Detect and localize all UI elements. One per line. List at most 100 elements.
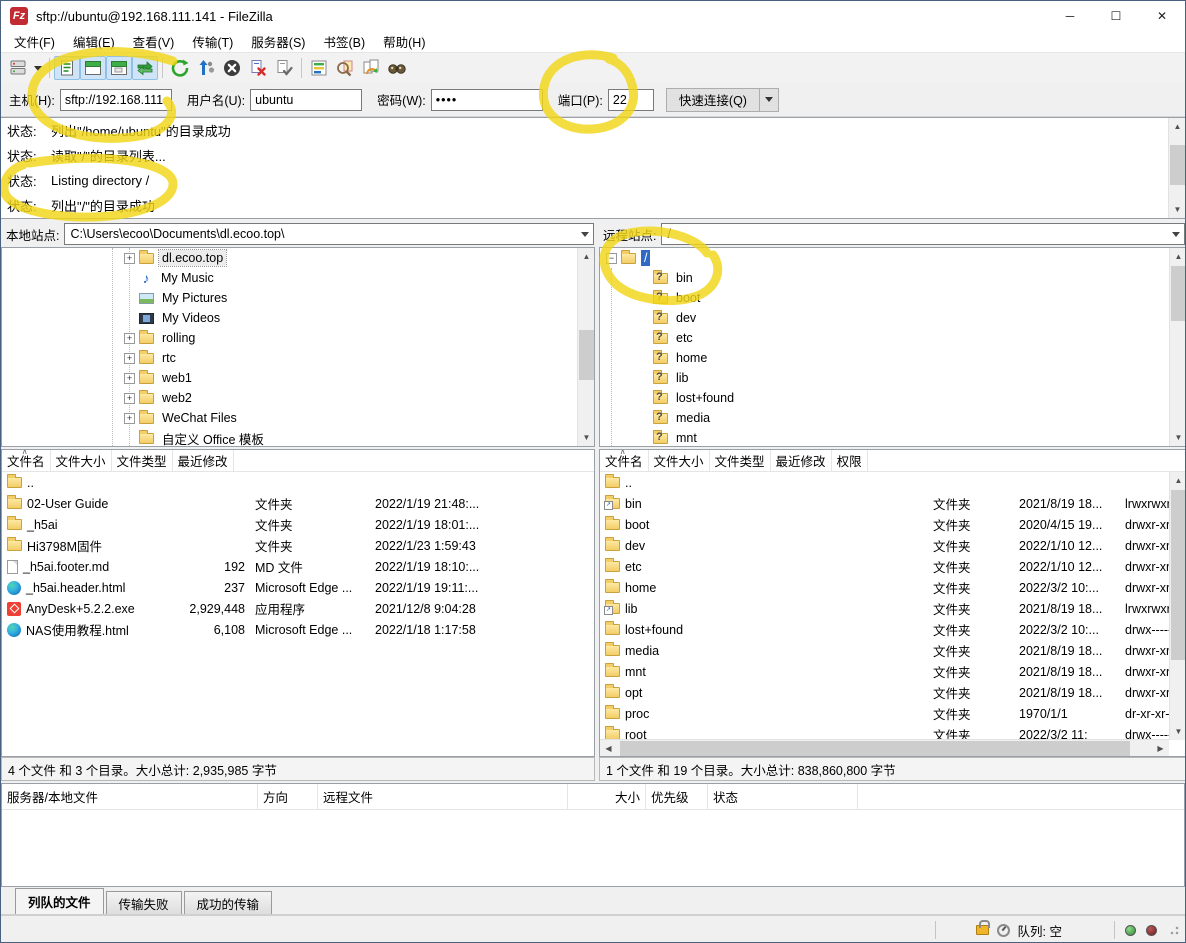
column-header[interactable]: 最近修改 <box>173 450 234 471</box>
tree-item[interactable]: 自定义 Office 模板 <box>2 428 594 447</box>
file-row[interactable]: home 文件夹 2022/3/2 10:... drwxr-xr-x <box>600 577 1186 598</box>
scroll-down-icon[interactable]: ▼ <box>578 429 595 446</box>
expander-icon[interactable] <box>638 413 649 424</box>
maximize-button[interactable]: ☐ <box>1093 1 1139 31</box>
tree-item-label[interactable]: web1 <box>159 370 195 386</box>
remote-list-hscrollbar[interactable]: ◀ ▶ <box>600 739 1169 756</box>
local-site-path[interactable]: C:\Users\ecoo\Documents\dl.ecoo.top\ <box>65 227 576 241</box>
toggle-message-log-button[interactable] <box>54 56 80 80</box>
tree-item-label[interactable]: rolling <box>159 330 198 346</box>
file-row[interactable]: _h5ai.header.html 237 Microsoft Edge ...… <box>2 577 594 598</box>
file-row[interactable]: NAS使用教程.html 6,108 Microsoft Edge ... 20… <box>2 619 594 640</box>
tree-item-label[interactable]: web2 <box>159 390 195 406</box>
file-row[interactable]: .. <box>600 472 1186 493</box>
menu-item[interactable]: 编辑(E) <box>64 30 124 53</box>
scroll-up-icon[interactable]: ▲ <box>1170 472 1186 489</box>
scroll-up-icon[interactable]: ▲ <box>578 248 595 265</box>
file-row[interactable]: proc 文件夹 1970/1/1 dr-xr-xr-x <box>600 703 1186 724</box>
expander-icon[interactable] <box>638 393 649 404</box>
column-header[interactable]: 文件大小 <box>51 450 112 471</box>
scroll-down-icon[interactable]: ▼ <box>1170 429 1186 446</box>
file-row[interactable]: Hi3798M固件 文件夹 2022/1/23 1:59:43 <box>2 535 594 556</box>
tree-item-label[interactable]: / <box>641 250 650 266</box>
column-header[interactable]: 文件名 <box>2 450 51 471</box>
expander-icon[interactable] <box>124 293 135 304</box>
expander-icon[interactable]: − <box>606 253 617 264</box>
toggle-remote-tree-button[interactable] <box>106 56 132 80</box>
tree-item-label[interactable]: lost+found <box>673 390 737 406</box>
tree-item-label[interactable]: media <box>673 410 713 426</box>
file-row[interactable]: _h5ai 文件夹 2022/1/19 18:01:... <box>2 514 594 535</box>
expander-icon[interactable] <box>124 433 135 444</box>
file-row[interactable]: AnyDesk+5.2.2.exe 2,929,448 应用程序 2021/12… <box>2 598 594 619</box>
file-row[interactable]: _h5ai.footer.md 192 MD 文件 2022/1/19 18:1… <box>2 556 594 577</box>
compare-directories-button[interactable] <box>306 56 332 80</box>
column-header[interactable]: 文件名 <box>600 450 649 471</box>
tree-item-label[interactable]: boot <box>673 290 703 306</box>
tree-item[interactable]: − / <box>600 248 1186 268</box>
password-input[interactable] <box>431 89 543 111</box>
local-tree-scrollbar[interactable]: ▲ ▼ <box>577 248 594 446</box>
tree-item-label[interactable]: My Pictures <box>159 290 230 306</box>
filter-button[interactable] <box>332 56 358 80</box>
tree-item[interactable]: mnt <box>600 428 1186 447</box>
remote-site-path[interactable]: / <box>662 227 1167 241</box>
resize-grip[interactable] <box>1169 925 1179 935</box>
expander-icon[interactable]: + <box>124 333 135 344</box>
expander-icon[interactable] <box>638 333 649 344</box>
menu-item[interactable]: 帮助(H) <box>374 30 434 53</box>
expander-icon[interactable] <box>638 273 649 284</box>
tree-item[interactable]: etc <box>600 328 1186 348</box>
column-header[interactable]: 文件大小 <box>649 450 710 471</box>
menu-item[interactable]: 传输(T) <box>183 30 242 53</box>
column-header[interactable]: 权限 <box>832 450 868 471</box>
column-header[interactable]: 远程文件 <box>318 784 568 809</box>
speed-limit-icon[interactable] <box>997 924 1010 937</box>
expander-icon[interactable] <box>638 373 649 384</box>
minimize-button[interactable]: ─ <box>1047 1 1093 31</box>
scroll-down-icon[interactable]: ▼ <box>1169 201 1185 218</box>
tree-item-label[interactable]: rtc <box>159 350 179 366</box>
toggle-local-tree-button[interactable] <box>80 56 106 80</box>
column-header[interactable]: 服务器/本地文件 <box>2 784 258 809</box>
scroll-up-icon[interactable]: ▲ <box>1169 118 1185 135</box>
scroll-down-icon[interactable]: ▼ <box>1170 723 1186 740</box>
file-row[interactable]: lost+found 文件夹 2022/3/2 10:... drwx-----… <box>600 619 1186 640</box>
local-site-combobox[interactable]: C:\Users\ecoo\Documents\dl.ecoo.top\ <box>64 223 594 245</box>
close-button[interactable]: ✕ <box>1139 1 1185 31</box>
tree-item[interactable]: My Music <box>2 268 594 288</box>
log-scrollbar-thumb[interactable] <box>1170 145 1185 185</box>
file-row[interactable]: etc 文件夹 2022/1/10 12... drwxr-xr-x <box>600 556 1186 577</box>
menu-item[interactable]: 书签(B) <box>314 30 374 53</box>
tree-item[interactable]: media <box>600 408 1186 428</box>
toggle-transfer-queue-button[interactable] <box>132 56 158 80</box>
refresh-button[interactable] <box>167 56 193 80</box>
chevron-down-icon[interactable] <box>1167 224 1184 244</box>
expander-icon[interactable] <box>638 313 649 324</box>
host-input[interactable] <box>60 89 172 111</box>
username-input[interactable] <box>250 89 362 111</box>
tree-item-label[interactable]: My Videos <box>159 310 223 326</box>
tree-item-label[interactable]: WeChat Files <box>159 410 240 426</box>
queue-tab[interactable]: 列队的文件 <box>15 888 104 914</box>
tree-item-label[interactable]: mnt <box>673 430 700 446</box>
tree-item[interactable]: + web1 <box>2 368 594 388</box>
remote-site-combobox[interactable]: / <box>661 223 1185 245</box>
tree-item[interactable]: My Pictures <box>2 288 594 308</box>
tree-item-label[interactable]: 自定义 Office 模板 <box>159 428 267 448</box>
tree-item[interactable]: dev <box>600 308 1186 328</box>
file-row[interactable]: bin 文件夹 2021/8/19 18... lrwxrwxrwx <box>600 493 1186 514</box>
chevron-down-icon[interactable] <box>576 224 593 244</box>
file-row[interactable]: 02-User Guide 文件夹 2022/1/19 21:48:... <box>2 493 594 514</box>
quickconnect-dropdown[interactable] <box>760 88 779 112</box>
file-row[interactable]: media 文件夹 2021/8/19 18... drwxr-xr-x <box>600 640 1186 661</box>
remote-list-scrollbar[interactable]: ▲ ▼ <box>1169 472 1186 740</box>
tree-item-label[interactable]: dl.ecoo.top <box>159 250 226 266</box>
tree-item[interactable]: bin <box>600 268 1186 288</box>
scroll-up-icon[interactable]: ▲ <box>1170 248 1186 265</box>
scroll-right-icon[interactable]: ▶ <box>1152 740 1169 757</box>
file-row[interactable]: mnt 文件夹 2021/8/19 18... drwxr-xr-x <box>600 661 1186 682</box>
expander-icon[interactable]: + <box>124 353 135 364</box>
tree-item-label[interactable]: My Music <box>158 270 217 286</box>
tree-item[interactable]: lost+found <box>600 388 1186 408</box>
